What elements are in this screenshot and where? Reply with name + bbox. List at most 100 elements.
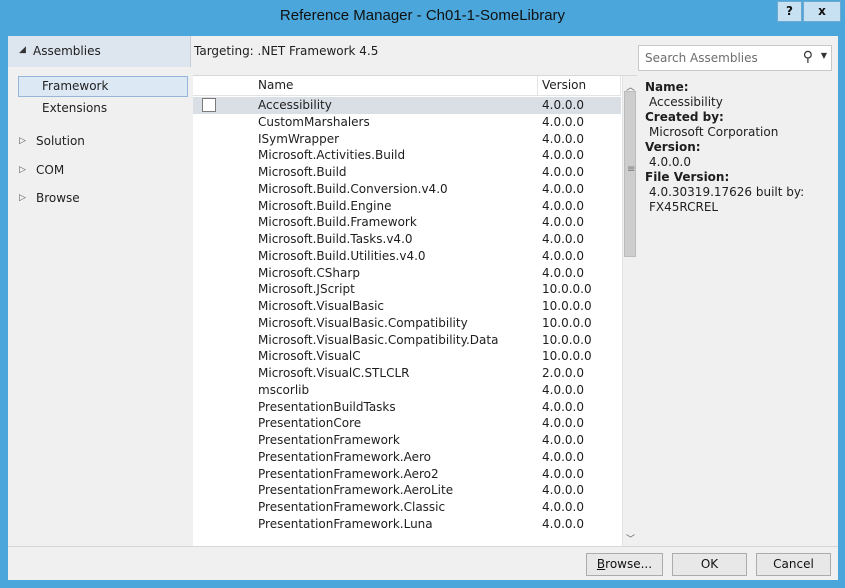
table-row[interactable]: Microsoft.VisualBasic 10.0.0.0	[193, 298, 621, 315]
assembly-version: 4.0.0.0	[542, 232, 584, 246]
nav-assemblies-header[interactable]: ◢ Assemblies	[8, 36, 191, 67]
detail-file-version-label: File Version:	[645, 170, 730, 184]
search-icon[interactable]: ⚲	[803, 49, 813, 65]
table-row[interactable]: Accessibility 4.0.0.0	[193, 97, 621, 114]
browse-hotkey: B	[596, 557, 606, 571]
search-input[interactable]: Search Assemblies	[645, 51, 758, 65]
nav-assemblies-label: Assemblies	[33, 44, 101, 58]
table-row[interactable]: Microsoft.VisualBasic.Compatibility 10.0.…	[193, 315, 621, 332]
scroll-down-icon[interactable]: ﹀	[626, 532, 635, 545]
detail-version-value: 4.0.0.0	[649, 155, 691, 169]
detail-name-label: Name:	[645, 80, 689, 94]
cancel-button[interactable]: Cancel	[756, 553, 831, 576]
column-header-version[interactable]: Version	[542, 78, 586, 92]
browse-button[interactable]: Browse...	[586, 553, 663, 576]
browse-label: rowse...	[605, 557, 653, 571]
collapse-icon[interactable]: ◢	[19, 45, 26, 55]
chevron-down-icon[interactable]: ▼	[821, 51, 827, 60]
assembly-name: Microsoft.CSharp	[258, 265, 360, 280]
vertical-scrollbar[interactable]: ︿ ≡ ﹀	[622, 76, 637, 547]
assembly-name: Microsoft.Build.Tasks.v4.0	[258, 232, 413, 246]
nav-group-browse[interactable]: ▷ Browse	[8, 188, 191, 208]
assembly-name: ISymWrapper	[258, 131, 340, 146]
nav-group-label: COM	[36, 163, 65, 177]
table-row[interactable]: Microsoft.Build.Tasks.v4.0 4.0.0.0	[193, 231, 621, 248]
nav-group-label: Browse	[36, 191, 80, 205]
nav-item-framework[interactable]: Framework	[18, 76, 188, 97]
assembly-name: Microsoft.JScript	[258, 282, 355, 297]
table-row[interactable]: Microsoft.JScript 10.0.0.0	[193, 281, 621, 298]
title-bar[interactable]: Reference Manager - Ch01-1-SomeLibrary ?…	[0, 0, 845, 36]
expand-icon[interactable]: ▷	[19, 160, 26, 180]
table-row[interactable]: mscorlib 4.0.0.0	[193, 382, 621, 399]
search-box[interactable]: Search Assemblies ⚲ ▼	[638, 45, 832, 71]
assembly-version: 4.0.0.0	[542, 516, 584, 531]
assembly-version: 10.0.0.0	[542, 315, 592, 330]
dialog-client-area: ◢ Assemblies Framework Extensions ▷ Solu…	[8, 36, 838, 580]
assembly-name: mscorlib	[258, 382, 310, 397]
table-row[interactable]: Microsoft.VisualC.STLCLR 2.0.0.0	[193, 365, 621, 382]
table-row[interactable]: PresentationFramework.Classic 4.0.0.0	[193, 499, 621, 516]
table-row[interactable]: PresentationCore 4.0.0.0	[193, 415, 621, 432]
ok-button[interactable]: OK	[672, 553, 747, 576]
table-row[interactable]: PresentationBuildTasks 4.0.0.0	[193, 399, 621, 416]
expand-icon[interactable]: ▷	[19, 188, 26, 208]
assembly-version: 4.0.0.0	[542, 114, 584, 129]
table-row[interactable]: Microsoft.Build.Conversion.v4.0 4.0.0.0	[193, 181, 621, 198]
assembly-version: 4.0.0.0	[542, 416, 584, 431]
help-button[interactable]: ?	[777, 1, 802, 22]
table-row[interactable]: Microsoft.Build 4.0.0.0	[193, 164, 621, 181]
table-row[interactable]: CustomMarshalers 4.0.0.0	[193, 114, 621, 131]
nav-group-solution[interactable]: ▷ Solution	[8, 131, 191, 151]
nav-group-com[interactable]: ▷ COM	[8, 160, 191, 180]
table-row[interactable]: Microsoft.VisualBasic.Compatibility.Data…	[193, 332, 621, 349]
assembly-name: Microsoft.Build	[258, 165, 347, 179]
assembly-version: 4.0.0.0	[542, 433, 584, 447]
column-divider[interactable]	[537, 76, 538, 96]
table-row[interactable]: ISymWrapper 4.0.0.0	[193, 131, 621, 148]
table-row[interactable]: PresentationFramework.AeroLite 4.0.0.0	[193, 482, 621, 499]
table-row[interactable]: Microsoft.Build.Framework 4.0.0.0	[193, 214, 621, 231]
assembly-version: 4.0.0.0	[542, 500, 584, 514]
table-row[interactable]: PresentationFramework.Aero2 4.0.0.0	[193, 466, 621, 483]
table-row[interactable]: PresentationFramework 4.0.0.0	[193, 432, 621, 449]
assembly-version: 4.0.0.0	[542, 148, 584, 163]
reference-manager-window: Reference Manager - Ch01-1-SomeLibrary ?…	[0, 0, 845, 588]
assembly-name: PresentationCore	[258, 416, 362, 431]
expand-icon[interactable]: ▷	[19, 131, 26, 151]
nav-item-extensions[interactable]: Extensions	[18, 98, 188, 119]
assembly-name: PresentationFramework	[258, 433, 400, 447]
column-divider[interactable]	[620, 76, 621, 96]
grip-icon: ≡	[627, 164, 636, 175]
assembly-version: 4.0.0.0	[542, 198, 584, 213]
row-checkbox[interactable]	[202, 98, 216, 112]
assembly-version: 10.0.0.0	[542, 332, 592, 347]
detail-created-value: Microsoft Corporation	[649, 125, 779, 139]
table-row[interactable]: Microsoft.VisualC 10.0.0.0	[193, 348, 621, 365]
assembly-version: 4.0.0.0	[542, 466, 584, 481]
assembly-name: Microsoft.Build.Framework	[258, 215, 417, 230]
detail-file-version-build: FX45RCREL	[649, 200, 719, 214]
assembly-name: Microsoft.Build.Utilities.v4.0	[258, 248, 426, 263]
table-row[interactable]: Microsoft.CSharp 4.0.0.0	[193, 265, 621, 282]
assembly-version: 4.0.0.0	[542, 165, 584, 179]
assembly-name: PresentationFramework.Luna	[258, 516, 433, 531]
assembly-version: 2.0.0.0	[542, 366, 584, 380]
table-row[interactable]: Microsoft.Build.Engine 4.0.0.0	[193, 198, 621, 215]
close-button[interactable]: x	[803, 1, 841, 22]
detail-version-label: Version:	[645, 140, 701, 154]
column-header-name[interactable]: Name	[258, 78, 293, 92]
table-row[interactable]: PresentationFramework.Aero 4.0.0.0	[193, 449, 621, 466]
assembly-version: 4.0.0.0	[542, 98, 584, 112]
table-row[interactable]: Microsoft.Build.Utilities.v4.0 4.0.0.0	[193, 248, 621, 265]
assembly-version: 4.0.0.0	[542, 131, 584, 146]
assembly-version: 4.0.0.0	[542, 215, 584, 230]
table-row[interactable]: Microsoft.Activities.Build 4.0.0.0	[193, 147, 621, 164]
table-row[interactable]: PresentationFramework.Luna 4.0.0.0	[193, 516, 621, 533]
assembly-name: CustomMarshalers	[258, 114, 370, 129]
scroll-thumb[interactable]: ≡	[624, 91, 636, 257]
detail-created-label: Created by:	[645, 110, 724, 124]
assembly-list[interactable]: Name Version Accessibility 4.0.0.0 CustomM…	[193, 75, 637, 547]
assembly-version: 10.0.0.0	[542, 299, 592, 313]
detail-name-value: Accessibility	[649, 95, 723, 109]
